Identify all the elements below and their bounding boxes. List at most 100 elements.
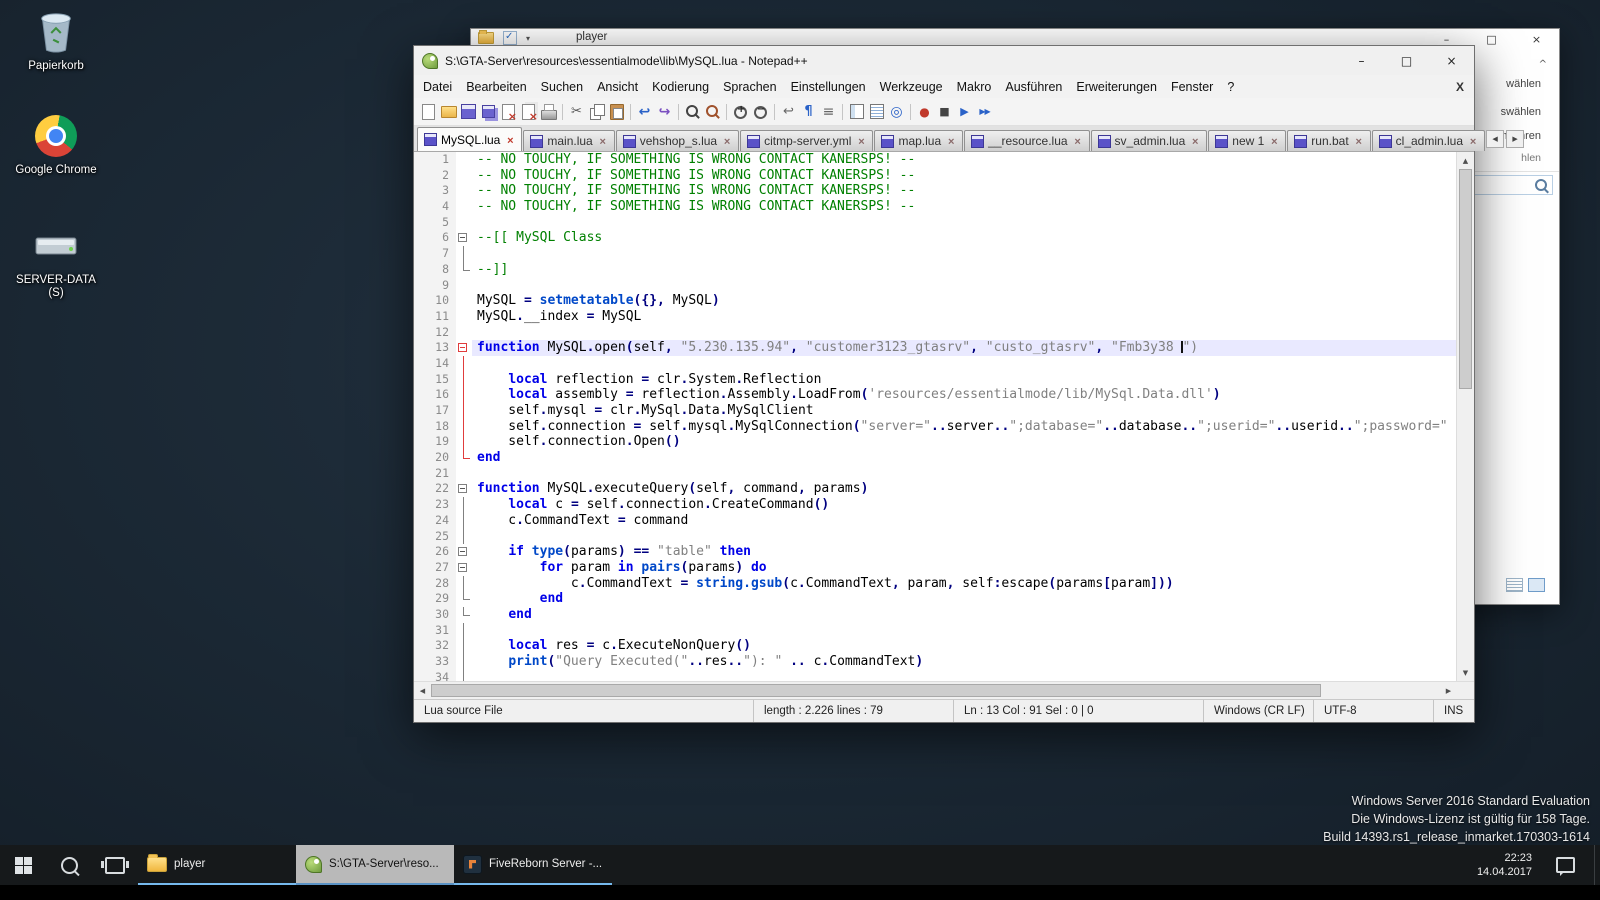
tab-vehshop-s-lua[interactable]: vehshop_s.lua: [616, 130, 739, 151]
fold-toggle-icon[interactable]: [456, 230, 472, 246]
tab-cl-admin-lua[interactable]: cl_admin.lua: [1372, 130, 1485, 151]
function-list-icon[interactable]: [867, 102, 886, 121]
fold-toggle-icon[interactable]: [456, 560, 472, 576]
tab-close-icon[interactable]: [946, 134, 956, 148]
code-line[interactable]: 3-- NO TOUCHY, IF SOMETHING IS WRONG CON…: [414, 183, 1456, 199]
code-line[interactable]: 22function MySQL.executeQuery(self, comm…: [414, 481, 1456, 497]
replace-icon[interactable]: [703, 102, 722, 121]
undo-icon[interactable]: [635, 102, 654, 121]
close-button[interactable]: ×: [1429, 46, 1474, 75]
macro-stop-icon[interactable]: [935, 102, 954, 121]
desktop-icon-recycle-bin[interactable]: Papierkorb: [8, 8, 104, 73]
code-line[interactable]: 7: [414, 246, 1456, 262]
monitoring-icon[interactable]: [887, 102, 906, 121]
fold-toggle-icon[interactable]: [456, 481, 472, 497]
zoom-in-icon[interactable]: [731, 102, 750, 121]
close-all-icon[interactable]: [519, 102, 538, 121]
code-line[interactable]: 18 self.connection = self.mysql.MySqlCon…: [414, 419, 1456, 435]
code-line[interactable]: 16 local assembly = reflection.Assembly.…: [414, 387, 1456, 403]
code-line[interactable]: 14: [414, 356, 1456, 372]
code-line[interactable]: 6--[[ MySQL Class: [414, 230, 1456, 246]
tab-close-icon[interactable]: [722, 134, 732, 148]
code-line[interactable]: 27 for param in pairs(params) do: [414, 560, 1456, 576]
code-line[interactable]: 15 local reflection = clr.System.Reflect…: [414, 372, 1456, 388]
ribbon-collapse-icon[interactable]: ^: [1539, 59, 1547, 70]
code-line[interactable]: 5: [414, 215, 1456, 231]
status-encoding[interactable]: UTF-8: [1314, 700, 1434, 722]
ribbon-fragment[interactable]: hlen: [1521, 152, 1541, 164]
tab-close-icon[interactable]: [505, 133, 515, 147]
menu-item-makro[interactable]: Makro: [950, 77, 999, 97]
title-bar[interactable]: S:\GTA-Server\resources\essentialmode\li…: [414, 46, 1474, 75]
tab-close-icon[interactable]: [1269, 134, 1279, 148]
macro-play-icon[interactable]: [955, 102, 974, 121]
explorer-search-box[interactable]: [1465, 175, 1553, 195]
paste-icon[interactable]: [607, 102, 626, 121]
fold-toggle-icon[interactable]: [456, 340, 472, 356]
tab-close-icon[interactable]: [598, 134, 608, 148]
desktop-icon-google-chrome[interactable]: Google Chrome: [8, 112, 104, 177]
tab-close-icon[interactable]: [1354, 134, 1364, 148]
tab-mysql-lua[interactable]: MySQL.lua: [417, 127, 522, 151]
minimize-button[interactable]: –: [1339, 46, 1384, 75]
menu-item-kodierung[interactable]: Kodierung: [645, 77, 716, 97]
tab-scroll-right-icon[interactable]: ▶: [1506, 130, 1524, 148]
tab-map-lua[interactable]: map.lua: [874, 130, 963, 151]
start-button[interactable]: [0, 845, 46, 885]
editor[interactable]: 1-- NO TOUCHY, IF SOMETHING IS WRONG CON…: [414, 152, 1456, 681]
taskbar-app-fivereborn[interactable]: FiveReborn Server -...: [454, 845, 612, 885]
fold-toggle-icon[interactable]: [456, 544, 472, 560]
code-line[interactable]: 12: [414, 325, 1456, 341]
taskbar-clock[interactable]: 22:23 14.04.2017: [1467, 845, 1542, 885]
macro-multi-run-icon[interactable]: [975, 102, 994, 121]
scroll-left-icon[interactable]: ◀: [414, 682, 431, 699]
code-line[interactable]: 17 self.mysql = clr.MySql.Data.MySqlClie…: [414, 403, 1456, 419]
tab-sv-admin-lua[interactable]: sv_admin.lua: [1091, 130, 1208, 151]
taskbar-app-player[interactable]: player: [138, 845, 296, 885]
tab-scroll-left-icon[interactable]: ◀: [1486, 130, 1504, 148]
tab-close-icon[interactable]: [1468, 134, 1478, 148]
status-eol-format[interactable]: Windows (CR LF): [1204, 700, 1314, 722]
status-insert-mode[interactable]: INS: [1434, 700, 1474, 722]
scroll-down-icon[interactable]: ▼: [1457, 664, 1474, 681]
task-view-button[interactable]: [92, 845, 138, 885]
menu-item-ausfhren[interactable]: Ausführen: [998, 77, 1069, 97]
zoom-out-icon[interactable]: [751, 102, 770, 121]
menu-item-werkzeuge[interactable]: Werkzeuge: [873, 77, 950, 97]
code-line[interactable]: 9: [414, 278, 1456, 294]
ribbon-fragment[interactable]: swählen: [1501, 106, 1541, 118]
tab-citmp-server-yml[interactable]: citmp-server.yml: [740, 130, 873, 151]
code-line[interactable]: 8--]]: [414, 262, 1456, 278]
code-line[interactable]: 21: [414, 466, 1456, 482]
horizontal-scrollbar[interactable]: ◀ ▶: [414, 681, 1474, 699]
macro-record-icon[interactable]: [915, 102, 934, 121]
show-all-characters-icon[interactable]: [799, 102, 818, 121]
code-line[interactable]: 25: [414, 529, 1456, 545]
save-all-icon[interactable]: [479, 102, 498, 121]
code-line[interactable]: 24 c.CommandText = command: [414, 513, 1456, 529]
code-line[interactable]: 28 c.CommandText = string.gsub(c.Command…: [414, 576, 1456, 592]
document-map-icon[interactable]: [847, 102, 866, 121]
checkbox-icon[interactable]: [503, 31, 517, 45]
maximize-button[interactable]: □: [1469, 29, 1514, 49]
code-line[interactable]: 33 print("Query Executed("..res.."): " .…: [414, 654, 1456, 670]
tab-close-icon[interactable]: [1073, 134, 1083, 148]
menu-item-ansicht[interactable]: Ansicht: [590, 77, 645, 97]
word-wrap-icon[interactable]: [779, 102, 798, 121]
tab-main-lua[interactable]: main.lua: [523, 130, 614, 151]
scroll-right-icon[interactable]: ▶: [1440, 682, 1457, 699]
print-icon[interactable]: [539, 102, 558, 121]
tab-run-bat[interactable]: run.bat: [1287, 130, 1370, 151]
menu-item-datei[interactable]: Datei: [416, 77, 459, 97]
maximize-button[interactable]: □: [1384, 46, 1429, 75]
vertical-scroll-thumb[interactable]: [1459, 169, 1472, 389]
folder-icon[interactable]: [478, 32, 494, 44]
code-line[interactable]: 1-- NO TOUCHY, IF SOMETHING IS WRONG CON…: [414, 152, 1456, 168]
menu-item-fenster[interactable]: Fenster: [1164, 77, 1220, 97]
redo-icon[interactable]: [655, 102, 674, 121]
chevron-down-icon[interactable]: ▾: [526, 34, 530, 43]
copy-icon[interactable]: [587, 102, 606, 121]
horizontal-scroll-thumb[interactable]: [431, 684, 1321, 697]
find-icon[interactable]: [683, 102, 702, 121]
desktop-icon-server-data-drive[interactable]: SERVER-DATA (S): [8, 222, 104, 300]
